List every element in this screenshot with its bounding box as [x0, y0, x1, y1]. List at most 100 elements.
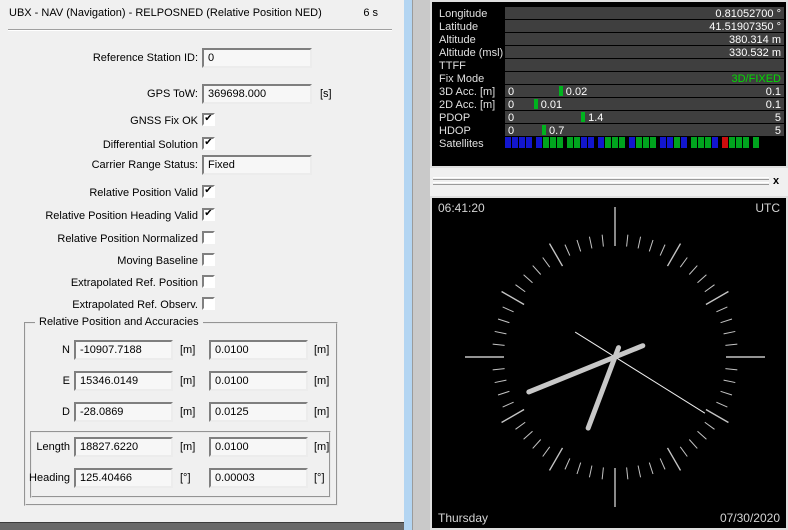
extrapolated-ref-position-row: Extrapolated Ref. Position — [0, 273, 404, 294]
clock-tick — [515, 421, 526, 430]
satellite-indicator-blue — [519, 137, 525, 148]
clock-time: 06:41:20 — [438, 201, 485, 215]
satellite-indicator-green — [643, 137, 649, 148]
north-value-field[interactable]: -10907.7188 — [74, 340, 173, 360]
gnss-fix-ok-checkbox[interactable] — [202, 113, 215, 126]
clock-tick — [679, 257, 688, 268]
differential-solution-label: Differential Solution — [102, 139, 198, 151]
clock-tick — [720, 318, 733, 324]
clock-tick — [704, 421, 715, 430]
clock-tick — [637, 236, 642, 249]
gps-tow-field[interactable]: 369698.000 — [202, 84, 312, 104]
gnss-fix-ok-label: GNSS Fix OK — [130, 115, 198, 127]
carrier-range-field[interactable]: Fixed — [202, 155, 312, 175]
ubx-relposned-panel: UBX - NAV (Navigation) - RELPOSNED (Rela… — [0, 0, 404, 522]
extrapolated-ref-position-checkbox[interactable] — [202, 275, 215, 288]
heading-accuracy-unit: [°] — [314, 472, 325, 484]
satellite-indicator-blue — [629, 137, 635, 148]
satellites-bar — [505, 137, 786, 150]
satellite-indicator-blue — [660, 137, 666, 148]
satellites-row: Satellites — [437, 137, 785, 150]
down-label: D — [62, 406, 70, 418]
altitude-msl-row: Altitude (msl) 330.532 m — [437, 46, 785, 59]
east-accuracy-field[interactable]: 0.0100 — [209, 371, 308, 391]
u-center-window: UBX - NAV (Navigation) - RELPOSNED (Rela… — [0, 0, 788, 530]
north-accuracy-unit: [m] — [314, 344, 330, 356]
heading-row: Heading 125.40466 [°] 0.00003 [°] — [26, 468, 336, 489]
east-unit: [m] — [180, 375, 196, 387]
satellite-indicator-green — [619, 137, 625, 148]
rel-pos-normalized-label: Relative Position Normalized — [57, 233, 198, 245]
east-value-field[interactable]: 15346.0149 — [74, 371, 173, 391]
message-header: UBX - NAV (Navigation) - RELPOSNED (Rela… — [0, 0, 404, 19]
length-row: Length 18827.6220 [m] 0.0100 [m] — [26, 437, 336, 458]
heading-value-field[interactable]: 125.40466 — [74, 468, 173, 488]
rel-pos-heading-valid-checkbox[interactable] — [202, 208, 215, 221]
gnss-fix-ok-row: GNSS Fix OK — [0, 111, 404, 132]
down-accuracy-field[interactable]: 0.0125 — [209, 402, 308, 422]
extrapolated-ref-position-label: Extrapolated Ref. Position — [70, 277, 198, 289]
clock-tick — [697, 430, 707, 440]
moving-baseline-checkbox[interactable] — [202, 253, 215, 266]
acc-2d-row: 2D Acc. [m] 0 0.01 0.1 — [437, 98, 785, 111]
rel-pos-normalized-row: Relative Position Normalized — [0, 229, 404, 250]
clock-tick — [688, 265, 698, 275]
acc-2d-marker — [533, 99, 538, 109]
clock-tick — [576, 462, 582, 475]
close-icon[interactable]: x — [769, 174, 783, 188]
relative-position-groupbox: Relative Position and Accuracies N -1090… — [24, 316, 338, 506]
bar-min-label: 0 — [508, 99, 515, 110]
clock-tick — [532, 265, 542, 275]
extrapolated-ref-observ-checkbox[interactable] — [202, 297, 215, 310]
length-accuracy-field[interactable]: 0.0100 — [209, 437, 308, 457]
splitter-grip[interactable] — [433, 182, 769, 185]
extrapolated-ref-observ-row: Extrapolated Ref. Observ. — [0, 295, 404, 316]
docking-splitter[interactable]: x — [430, 170, 788, 196]
acc-3d-row: 3D Acc. [m] 0 0.02 0.1 — [437, 85, 785, 98]
clock-tick — [666, 447, 682, 471]
reference-station-field[interactable]: 0 — [202, 48, 312, 68]
satellite-indicator-blue — [667, 137, 673, 148]
heading-accuracy-field[interactable]: 0.00003 — [209, 468, 308, 488]
panel-gutter — [412, 0, 430, 530]
satellite-indicator-green — [736, 137, 742, 148]
clock-tick — [542, 257, 551, 268]
nav-data-panel: Longitude 0.81052700 ° Latitude 41.51907… — [430, 0, 788, 168]
pdop-marker — [581, 112, 586, 122]
north-accuracy-field[interactable]: 0.0100 — [209, 340, 308, 360]
bottom-splitter-bar[interactable] — [0, 522, 412, 530]
down-value-field[interactable]: -28.0869 — [74, 402, 173, 422]
down-row: D -28.0869 [m] 0.0125 [m] — [26, 402, 336, 423]
clock-tick — [704, 284, 715, 293]
north-row: N -10907.7188 [m] 0.0100 [m] — [26, 340, 336, 361]
pdop-label: PDOP — [439, 112, 471, 124]
hdop-bar: 0 0.7 5 — [505, 124, 784, 136]
east-accuracy-unit: [m] — [314, 375, 330, 387]
satellite-indicator-blue — [536, 137, 542, 148]
differential-solution-checkbox[interactable] — [202, 137, 215, 150]
latitude-row: Latitude 41.51907350 ° — [437, 20, 785, 33]
clock-tick — [523, 430, 533, 440]
title-separator — [8, 29, 392, 31]
clock-tick — [601, 467, 604, 480]
clock-timezone: UTC — [755, 201, 780, 215]
clock-tick — [659, 244, 666, 256]
heading-unit: [°] — [180, 472, 191, 484]
satellite-indicator-green — [543, 137, 549, 148]
clock-tick — [564, 244, 571, 256]
clock-tick — [688, 439, 698, 449]
rel-pos-heading-valid-row: Relative Position Heading Valid — [0, 206, 404, 227]
carrier-range-label: Carrier Range Status: — [91, 159, 198, 171]
acc-2d-bar: 0 0.01 0.1 — [505, 98, 784, 110]
satellite-indicator-green — [605, 137, 611, 148]
clock-tick — [501, 290, 525, 306]
splitter-grip[interactable] — [433, 177, 769, 180]
satellite-indicator-green — [636, 137, 642, 148]
length-value-field[interactable]: 18827.6220 — [74, 437, 173, 457]
rel-pos-normalized-checkbox[interactable] — [202, 231, 215, 244]
clock-tick — [502, 401, 514, 408]
satellite-indicator-green — [698, 137, 704, 148]
rel-pos-valid-checkbox[interactable] — [202, 185, 215, 198]
north-unit: [m] — [180, 344, 196, 356]
hdop-row: HDOP 0 0.7 5 — [437, 124, 785, 137]
